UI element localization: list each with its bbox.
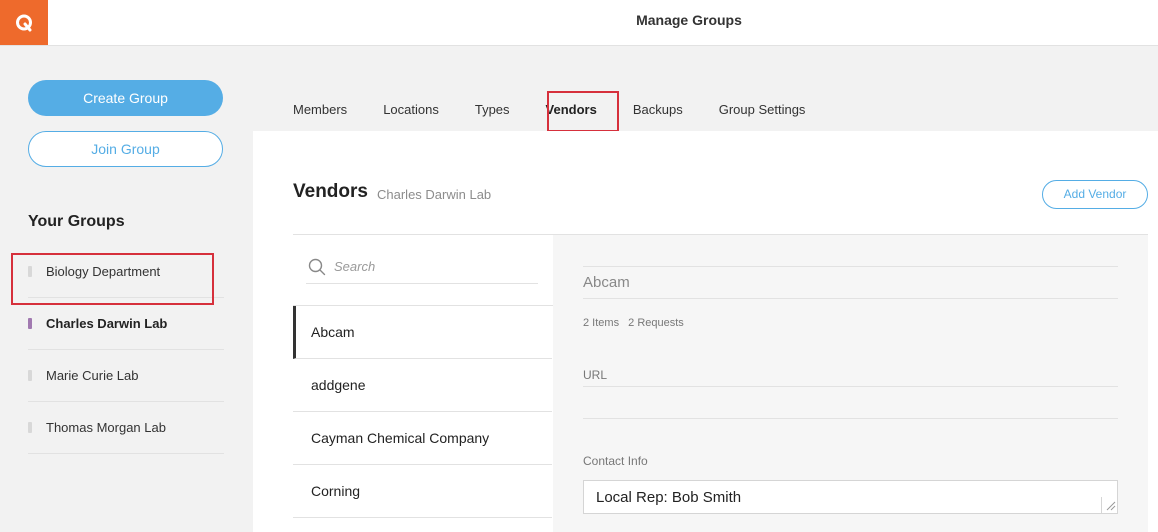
create-group-button[interactable]: Create Group: [28, 80, 223, 116]
search-box: [306, 250, 538, 284]
vendor-item-cayman-chemical-company[interactable]: Cayman Chemical Company: [293, 412, 552, 465]
join-group-button[interactable]: Join Group: [28, 131, 223, 167]
url-field[interactable]: [583, 386, 1118, 419]
vendor-list-column: Abcam addgene Cayman Chemical Company Co…: [293, 234, 553, 532]
group-item-thomas-morgan-lab[interactable]: Thomas Morgan Lab: [28, 402, 224, 454]
vendor-name-field[interactable]: Abcam: [583, 266, 1118, 299]
add-vendor-button[interactable]: Add Vendor: [1042, 180, 1148, 209]
group-item-label: Marie Curie Lab: [46, 368, 139, 383]
group-item-label: Thomas Morgan Lab: [46, 420, 166, 435]
contact-info-field[interactable]: Local Rep: Bob Smith: [583, 480, 1118, 514]
search-input[interactable]: [334, 259, 524, 274]
section-subtitle: Charles Darwin Lab: [377, 187, 492, 202]
vendor-item-abcam[interactable]: Abcam: [293, 306, 552, 359]
group-item-marie-curie-lab[interactable]: Marie Curie Lab: [28, 350, 224, 402]
tab-types[interactable]: Types: [457, 90, 528, 130]
group-color-marker: [28, 318, 32, 329]
vendor-list: Abcam addgene Cayman Chemical Company Co…: [293, 306, 552, 518]
section-title: Vendors: [293, 181, 368, 202]
highlight-box-group: [11, 253, 214, 305]
requests-count: 2 Requests: [628, 317, 684, 329]
vendor-detail: Abcam 2 Items 2 Requests URL Contact Inf…: [553, 234, 1148, 532]
highlight-box-tab: [547, 91, 619, 132]
group-item-charles-darwin-lab[interactable]: Charles Darwin Lab: [28, 298, 224, 350]
url-label: URL: [583, 368, 608, 382]
your-groups-heading: Your Groups: [28, 213, 125, 230]
vendor-counts: 2 Items 2 Requests: [583, 317, 684, 329]
tab-group-settings[interactable]: Group Settings: [701, 90, 824, 130]
tab-locations[interactable]: Locations: [365, 90, 457, 130]
search-icon: [308, 258, 326, 275]
group-item-label: Charles Darwin Lab: [46, 316, 168, 331]
group-color-marker: [28, 422, 32, 433]
vendors-panel: Vendors Charles Darwin Lab Add Vendor Ab…: [253, 131, 1158, 532]
vendor-item-addgene[interactable]: addgene: [293, 359, 552, 412]
group-color-marker: [28, 370, 32, 381]
contact-info-label: Contact Info: [583, 454, 648, 468]
tab-backups[interactable]: Backups: [615, 90, 701, 130]
tab-members[interactable]: Members: [275, 90, 365, 130]
vendor-item-corning[interactable]: Corning: [293, 465, 552, 518]
resize-handle-icon[interactable]: [1101, 497, 1117, 513]
page-title: Manage Groups: [636, 12, 742, 28]
contact-info-text: Local Rep: Bob Smith: [596, 489, 742, 506]
items-count: 2 Items: [583, 317, 620, 329]
top-bar: Manage Groups: [0, 0, 1158, 46]
